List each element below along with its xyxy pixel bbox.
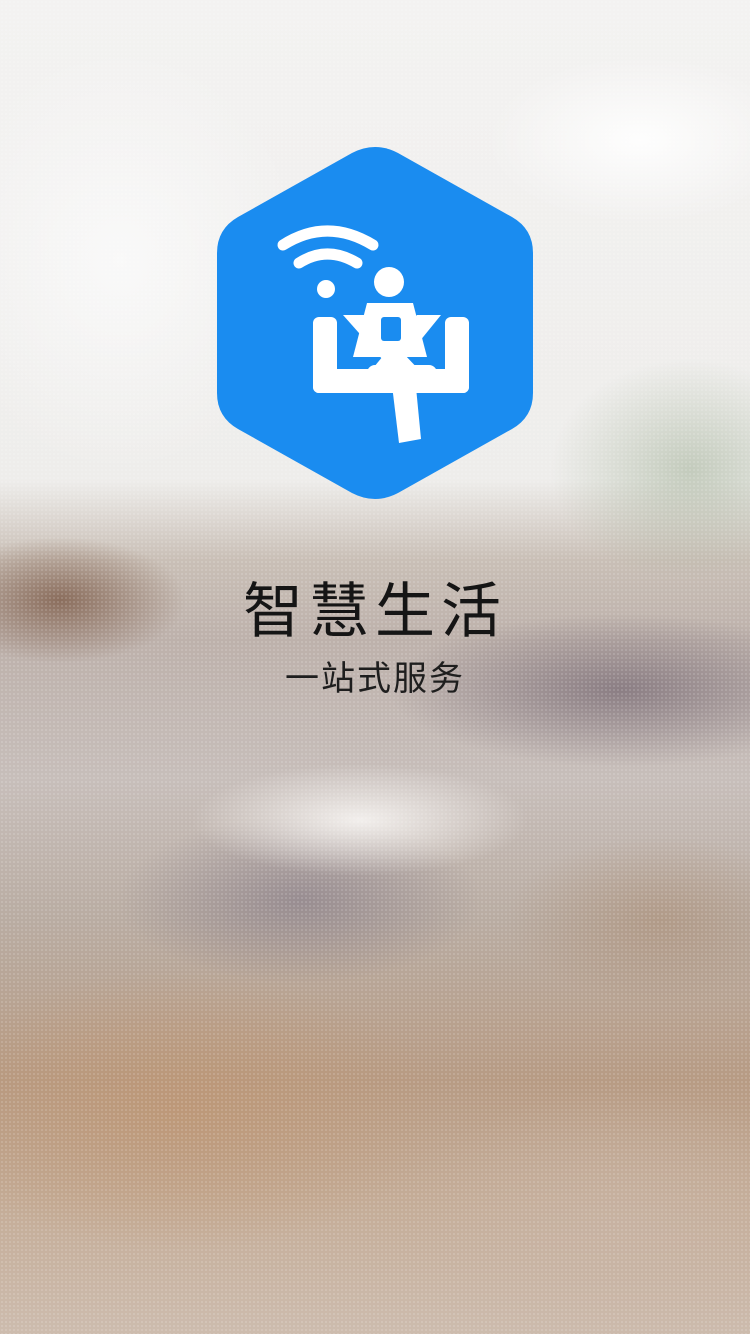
app-title: 智慧生活: [243, 577, 507, 647]
app-logo-icon: [217, 147, 533, 499]
app-subtitle: 一站式服务: [285, 659, 465, 699]
splash-screen: 智慧生活 一站式服务: [0, 0, 750, 1334]
